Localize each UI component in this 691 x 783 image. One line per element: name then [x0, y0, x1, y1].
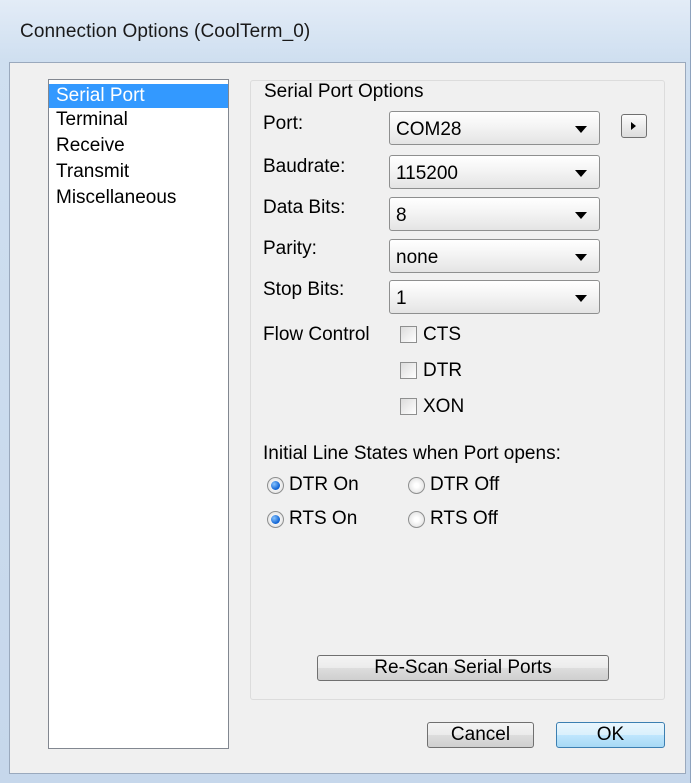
- dtr-off-label[interactable]: DTR Off: [430, 474, 499, 496]
- xon-label[interactable]: XON: [423, 396, 464, 418]
- baudrate-value: 115200: [396, 163, 458, 184]
- dtr-on-label[interactable]: DTR On: [289, 474, 359, 496]
- parity-value: none: [396, 247, 439, 268]
- cancel-button[interactable]: Cancel: [427, 722, 534, 748]
- cts-checkbox[interactable]: [400, 326, 417, 343]
- window-title: Connection Options (CoolTerm_0): [20, 21, 311, 42]
- rts-off-radio[interactable]: [408, 511, 425, 528]
- chevron-down-icon: [575, 295, 587, 302]
- chevron-down-icon: [575, 254, 587, 261]
- dialog-client-area: Serial Port Terminal Receive Transmit Mi…: [9, 62, 686, 774]
- ok-button[interactable]: OK: [556, 722, 665, 748]
- port-select[interactable]: COM28: [389, 111, 600, 145]
- port-value: COM28: [396, 119, 462, 140]
- category-item-serial-port[interactable]: Serial Port: [49, 84, 228, 108]
- category-list[interactable]: Serial Port Terminal Receive Transmit Mi…: [48, 79, 229, 749]
- category-item-transmit[interactable]: Transmit: [49, 158, 228, 186]
- dtr-checkbox[interactable]: [400, 362, 417, 379]
- data-bits-select[interactable]: 8: [389, 197, 600, 231]
- category-item-receive[interactable]: Receive: [49, 132, 228, 160]
- group-title: Serial Port Options: [263, 81, 425, 103]
- port-options-button[interactable]: [621, 114, 647, 138]
- port-label: Port:: [263, 113, 304, 134]
- line-states-heading: Initial Line States when Port opens:: [263, 443, 561, 464]
- category-item-miscellaneous[interactable]: Miscellaneous: [49, 184, 228, 212]
- dtr-off-radio[interactable]: [408, 477, 425, 494]
- baudrate-label: Baudrate:: [263, 156, 346, 177]
- stop-bits-label: Stop Bits:: [263, 279, 345, 300]
- data-bits-label: Data Bits:: [263, 197, 346, 218]
- rts-on-radio[interactable]: [267, 511, 284, 528]
- rts-on-label[interactable]: RTS On: [289, 508, 357, 530]
- dtr-label[interactable]: DTR: [423, 360, 462, 382]
- stop-bits-value: 1: [396, 288, 407, 309]
- cts-label[interactable]: CTS: [423, 324, 461, 346]
- parity-select[interactable]: none: [389, 239, 600, 273]
- parity-label: Parity:: [263, 238, 317, 259]
- stop-bits-select[interactable]: 1: [389, 280, 600, 314]
- flow-control-label: Flow Control: [263, 324, 370, 345]
- category-item-terminal[interactable]: Terminal: [49, 106, 228, 134]
- chevron-down-icon: [575, 212, 587, 219]
- rts-off-label[interactable]: RTS Off: [430, 508, 498, 530]
- dialog-window: Connection Options (CoolTerm_0) Serial P…: [0, 0, 691, 783]
- triangle-right-icon: [631, 122, 636, 130]
- dtr-on-radio[interactable]: [267, 477, 284, 494]
- xon-checkbox[interactable]: [400, 398, 417, 415]
- data-bits-value: 8: [396, 205, 407, 226]
- baudrate-select[interactable]: 115200: [389, 155, 600, 189]
- chevron-down-icon: [575, 170, 587, 177]
- rescan-serial-ports-button[interactable]: Re-Scan Serial Ports: [317, 655, 609, 681]
- serial-port-options-group: Serial Port Options Port: COM28 Baudrate…: [250, 80, 665, 700]
- chevron-down-icon: [575, 126, 587, 133]
